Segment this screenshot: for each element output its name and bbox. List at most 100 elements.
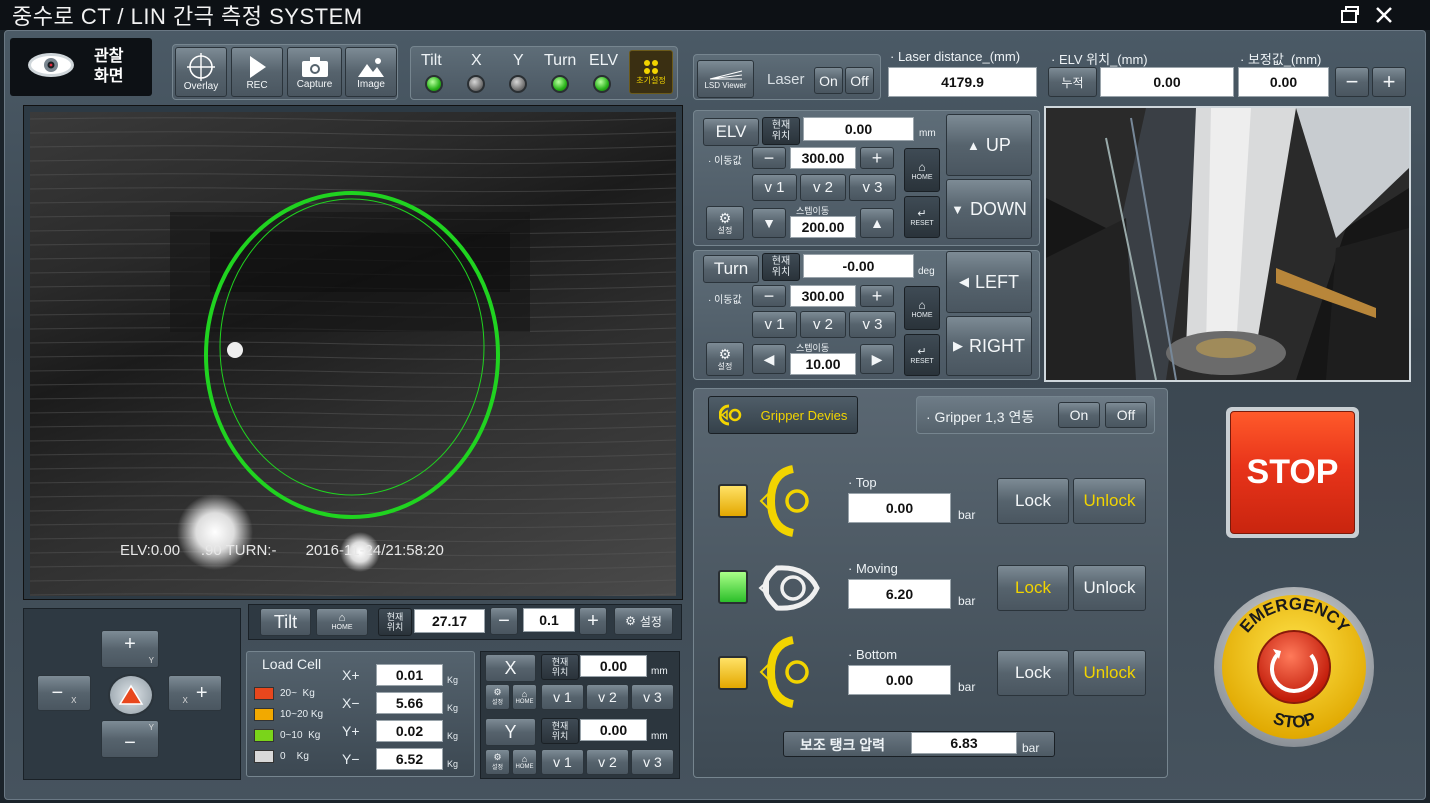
gripper-devices-button[interactable]: Gripper Devies bbox=[708, 396, 858, 434]
elv-settings-button[interactable]: ⚙ 설정 bbox=[706, 206, 744, 240]
moving-gripper-lock-button[interactable]: Lock bbox=[997, 565, 1069, 611]
correction-label: · 보정값_(mm) bbox=[1240, 52, 1322, 67]
turn-settings-button[interactable]: ⚙ 설정 bbox=[706, 342, 744, 376]
y-home-button[interactable]: ⌂ HOME bbox=[512, 749, 537, 775]
elv-step-down-button[interactable]: ▼ bbox=[752, 208, 786, 238]
y-minus-button[interactable]: Y − bbox=[101, 720, 159, 758]
elv-step-field[interactable]: 200.00 bbox=[790, 216, 856, 238]
moving-gripper-label: · Moving bbox=[848, 561, 898, 576]
elv-v1-button[interactable]: v 1 bbox=[752, 174, 797, 201]
home-icon: ⌂ bbox=[521, 753, 528, 764]
close-icon[interactable] bbox=[1364, 0, 1404, 30]
turn-current-field: -0.00 bbox=[803, 254, 914, 278]
turn-step-left-button[interactable]: ◀ bbox=[752, 344, 786, 374]
moving-gripper-indicator bbox=[718, 570, 748, 604]
lsd-viewer-button[interactable]: LSD Viewer bbox=[697, 60, 754, 98]
turn-step-field[interactable]: 10.00 bbox=[790, 353, 856, 375]
app-title: 중수로 CT / LIN 간극 측정 SYSTEM bbox=[12, 4, 363, 29]
camera-overlay-text: ELV:0.00 .90 TURN:- 2016-11-24/21:58:20 bbox=[120, 542, 444, 559]
x-plus-button[interactable]: X + bbox=[168, 675, 222, 711]
y-axis-button[interactable]: Y bbox=[485, 718, 536, 746]
aux-tank-pressure: 6.83 bbox=[911, 732, 1017, 754]
tilt-minus-button[interactable]: − bbox=[490, 607, 518, 635]
turn-move-minus-button[interactable]: − bbox=[752, 285, 786, 307]
moving-gripper-unlock-button[interactable]: Unlock bbox=[1073, 565, 1146, 611]
mode-label-line2: 화면 bbox=[94, 68, 124, 85]
initial-setup-button[interactable]: 초기설정 bbox=[629, 50, 673, 94]
y-v3-button[interactable]: v 3 bbox=[631, 749, 674, 775]
turn-home-button[interactable]: ⌂ HOME bbox=[904, 286, 940, 330]
rec-button[interactable]: REC bbox=[231, 47, 283, 97]
load-cell-axis-label: X− bbox=[342, 695, 360, 711]
bottom-gripper-open-icon bbox=[759, 636, 809, 708]
load-cell-unit: Kg bbox=[447, 731, 459, 741]
turn-v2-button[interactable]: v 2 bbox=[800, 311, 846, 338]
overlay-button[interactable]: Overlay bbox=[175, 47, 227, 97]
emergency-stop-icon: EMERGENCY STOP bbox=[1214, 587, 1374, 747]
cumulative-button[interactable]: 누적 bbox=[1048, 67, 1097, 97]
right-button[interactable]: ▶ RIGHT bbox=[946, 316, 1032, 376]
elv-move-field[interactable]: 300.00 bbox=[790, 147, 856, 169]
x-minus-button[interactable]: − X bbox=[37, 675, 91, 711]
x-v1-button[interactable]: v 1 bbox=[541, 684, 584, 710]
legend-label: 0 Kg bbox=[280, 751, 309, 762]
gear-icon: ⚙ bbox=[493, 687, 502, 697]
x-v3-button[interactable]: v 3 bbox=[631, 684, 674, 710]
elv-reset-button[interactable]: ↵ RESET bbox=[904, 196, 940, 238]
turn-v3-button[interactable]: v 3 bbox=[849, 311, 896, 338]
laser-off-button[interactable]: Off bbox=[845, 67, 874, 94]
elv-button[interactable]: ELV bbox=[703, 118, 759, 146]
elv-move-plus-button[interactable]: + bbox=[860, 147, 894, 169]
top-gripper-unlock-button[interactable]: Unlock bbox=[1073, 478, 1146, 524]
capture-button[interactable]: Capture bbox=[287, 47, 342, 97]
y-unit: mm bbox=[651, 731, 668, 742]
turn-reset-button[interactable]: ↵ RESET bbox=[904, 334, 940, 376]
elv-move-minus-button[interactable]: − bbox=[752, 147, 786, 169]
y-settings-button[interactable]: ⚙ 설정 bbox=[485, 749, 510, 775]
x-v2-button[interactable]: v 2 bbox=[586, 684, 629, 710]
load-cell-legend-item: 10~20 Kg bbox=[254, 704, 336, 725]
camera-scene bbox=[30, 112, 676, 596]
stop-button[interactable]: STOP bbox=[1230, 411, 1355, 534]
dots-icon bbox=[644, 59, 658, 74]
elv-v2-button[interactable]: v 2 bbox=[800, 174, 846, 201]
gripper-link-on-button[interactable]: On bbox=[1058, 402, 1100, 428]
elv-step-up-button[interactable]: ▲ bbox=[860, 208, 894, 238]
up-button[interactable]: ▲ UP bbox=[946, 114, 1032, 176]
tilt-step-field[interactable]: 0.1 bbox=[523, 608, 575, 632]
tilt-home-button[interactable]: ⌂ HOME bbox=[316, 608, 368, 636]
turn-step-right-button[interactable]: ▶ bbox=[860, 344, 894, 374]
elv-led bbox=[593, 75, 611, 93]
turn-button[interactable]: Turn bbox=[703, 255, 759, 283]
laser-on-button[interactable]: On bbox=[814, 67, 843, 94]
gripper-link-off-button[interactable]: Off bbox=[1105, 402, 1147, 428]
tilt-plus-button[interactable]: + bbox=[579, 607, 607, 635]
emergency-stop-button[interactable]: EMERGENCY STOP bbox=[1207, 585, 1382, 750]
x-home-button[interactable]: ⌂ HOME bbox=[512, 684, 537, 710]
elv-v3-button[interactable]: v 3 bbox=[849, 174, 896, 201]
y-plus-button[interactable]: + Y bbox=[101, 630, 159, 668]
tilt-button[interactable]: Tilt bbox=[260, 608, 311, 636]
down-button[interactable]: ▼ DOWN bbox=[946, 179, 1032, 239]
y-v1-button[interactable]: v 1 bbox=[541, 749, 584, 775]
initial-setup-label: 초기설정 bbox=[636, 75, 666, 85]
bottom-gripper-unlock-button[interactable]: Unlock bbox=[1073, 650, 1146, 696]
x-settings-button[interactable]: ⚙ 설정 bbox=[485, 684, 510, 710]
correction-plus-button[interactable]: + bbox=[1372, 67, 1406, 97]
correction-minus-button[interactable]: − bbox=[1335, 67, 1369, 97]
turn-move-plus-button[interactable]: + bbox=[860, 285, 894, 307]
elv-home-button[interactable]: ⌂ HOME bbox=[904, 148, 940, 192]
dpad-center-button[interactable] bbox=[108, 674, 154, 716]
top-gripper-lock-button[interactable]: Lock bbox=[997, 478, 1069, 524]
correction-field[interactable]: 0.00 bbox=[1238, 67, 1329, 97]
y-v2-button[interactable]: v 2 bbox=[586, 749, 629, 775]
x-axis-button[interactable]: X bbox=[485, 654, 536, 682]
bottom-gripper-lock-button[interactable]: Lock bbox=[997, 650, 1069, 696]
turn-move-field[interactable]: 300.00 bbox=[790, 285, 856, 307]
image-button[interactable]: Image bbox=[345, 47, 397, 97]
tilt-settings-button[interactable]: ⚙ 설정 bbox=[614, 607, 673, 635]
rec-label: REC bbox=[246, 79, 268, 91]
y-current-label: 현재 위치 bbox=[541, 718, 579, 744]
left-button[interactable]: ◀ LEFT bbox=[946, 251, 1032, 313]
turn-v1-button[interactable]: v 1 bbox=[752, 311, 797, 338]
